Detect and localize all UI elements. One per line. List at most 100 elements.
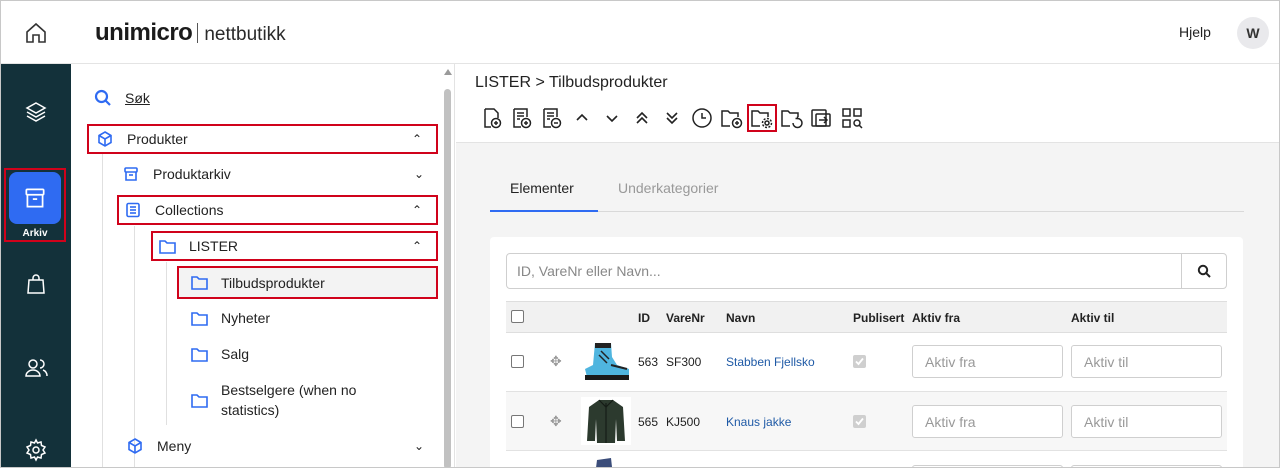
navigation-tree: Søk Produkter ⌃ Produktarkiv ⌄ Collectio… — [71, 64, 455, 467]
column-header-aktiv-til[interactable]: Aktiv til — [1071, 311, 1114, 325]
folder-icon — [157, 239, 177, 254]
rail-item-archive[interactable] — [9, 172, 61, 224]
layers-icon — [25, 102, 47, 122]
tree-item-nyheter[interactable]: Nyheter — [189, 306, 270, 330]
elements-card: ID VareNr Navn Publisert Aktiv fra Aktiv… — [490, 237, 1243, 467]
logo: unimicro nettbutikk — [95, 19, 286, 47]
chevron-up-icon: ⌃ — [411, 132, 422, 146]
tree-item-label: Tilbudsprodukter — [221, 274, 325, 291]
column-header-id[interactable]: ID — [638, 311, 650, 325]
content-header: LISTER > Tilbudsprodukter — [456, 64, 1279, 143]
tree-guide-line — [102, 154, 103, 467]
chevron-down-icon: ⌄ — [413, 167, 424, 181]
gear-icon — [25, 438, 47, 462]
schedule-button[interactable] — [687, 104, 717, 132]
tree-item-produkter[interactable]: Produkter ⌃ — [87, 124, 438, 154]
folder-icon — [189, 275, 209, 290]
published-checkbox — [853, 355, 866, 368]
move-top-button[interactable] — [627, 104, 657, 132]
select-all-checkbox[interactable] — [511, 310, 524, 323]
double-chevron-down-icon — [666, 112, 678, 125]
logo-main-text: unimicro — [95, 19, 193, 46]
tree-item-lister[interactable]: LISTER ⌃ — [151, 231, 438, 261]
cell-navn-link[interactable]: Stabben Fjellsko — [726, 355, 815, 369]
tree-item-salg[interactable]: Salg — [189, 342, 249, 366]
add-document-button[interactable] — [477, 104, 507, 132]
rail-archive-label: Arkiv — [22, 228, 48, 239]
document-add-icon — [484, 108, 502, 129]
product-image-boot — [581, 338, 631, 386]
column-header-publisert[interactable]: Publisert — [853, 311, 904, 325]
home-icon — [26, 22, 46, 43]
export-button[interactable] — [807, 104, 837, 132]
rail-item-layers[interactable] — [1, 92, 71, 132]
tab-underkategorier[interactable]: Underkategorier — [618, 180, 718, 196]
rail-item-settings[interactable] — [1, 430, 71, 467]
drag-handle-icon[interactable]: ✥ — [550, 353, 562, 370]
remove-list-button[interactable] — [537, 104, 567, 132]
home-button[interactable] — [1, 1, 71, 64]
active-tab-indicator — [490, 210, 598, 212]
aktiv-fra-input[interactable] — [912, 405, 1063, 438]
scroll-up-arrow-icon[interactable] — [444, 69, 452, 75]
table-row[interactable]: ✥ 563 SF300 Stabben Fjellsko — [506, 333, 1227, 392]
cell-navn-link[interactable]: Knaus jakke — [726, 415, 791, 429]
aktiv-til-input[interactable] — [1071, 405, 1222, 438]
shopping-bag-icon — [27, 274, 45, 294]
app-window: unimicro nettbutikk Hjelp W Arkiv Søk Pr… — [0, 0, 1280, 468]
rail-item-users[interactable] — [1, 348, 71, 388]
search-input[interactable] — [506, 253, 1182, 289]
tree-item-label: Nyheter — [221, 310, 271, 326]
row-checkbox[interactable] — [511, 415, 524, 428]
move-down-button[interactable] — [597, 104, 627, 132]
archive-icon — [121, 166, 141, 182]
folder-arrow-icon — [781, 110, 803, 129]
tree-item-tilbudsprodukter[interactable]: Tilbudsprodukter — [177, 266, 438, 299]
column-header-varenr[interactable]: VareNr — [666, 311, 705, 325]
tab-elementer[interactable]: Elementer — [510, 180, 574, 196]
column-header-aktiv-fra[interactable]: Aktiv fra — [912, 311, 960, 325]
folder-icon — [189, 311, 209, 326]
add-folder-button[interactable] — [717, 104, 747, 132]
toolbar — [477, 104, 867, 132]
rail-item-shop[interactable] — [1, 264, 71, 304]
product-image-jacket — [581, 397, 631, 445]
folder-settings-icon — [751, 110, 773, 129]
folder-move-button[interactable] — [777, 104, 807, 132]
search-button[interactable] — [1181, 253, 1227, 289]
archive-icon — [25, 188, 45, 208]
tree-item-label: Bestselgere (when no statistics) — [221, 380, 356, 420]
left-rail: Arkiv — [1, 64, 71, 467]
column-header-navn[interactable]: Navn — [726, 311, 755, 325]
tree-item-collections[interactable]: Collections ⌃ — [117, 195, 438, 225]
grid-search-button[interactable] — [837, 104, 867, 132]
chevron-up-icon: ⌃ — [411, 203, 422, 217]
tree-item-search[interactable]: Søk — [93, 86, 150, 110]
tree-item-meny[interactable]: Meny ⌄ — [125, 434, 438, 458]
folder-add-icon — [721, 110, 743, 129]
cube-icon — [125, 438, 145, 454]
grid-search-icon — [842, 108, 863, 129]
clock-icon — [692, 108, 712, 128]
move-bottom-button[interactable] — [657, 104, 687, 132]
folder-settings-button[interactable] — [747, 104, 777, 132]
tree-scrollbar[interactable] — [442, 67, 452, 467]
add-list-button[interactable] — [507, 104, 537, 132]
cube-icon — [95, 131, 115, 147]
drag-handle-icon[interactable]: ✥ — [550, 413, 562, 430]
tree-item-produktarkiv[interactable]: Produktarkiv ⌄ — [121, 162, 438, 186]
table-row[interactable] — [506, 451, 1227, 467]
help-link[interactable]: Hjelp — [1179, 24, 1211, 40]
table-row[interactable]: ✥ 565 KJ500 Knaus jakke — [506, 392, 1227, 451]
tree-item-bestselgere[interactable]: Bestselgere (when no statistics) — [189, 378, 356, 422]
user-avatar[interactable]: W — [1237, 17, 1269, 49]
double-chevron-up-icon — [636, 111, 648, 124]
scrollbar-thumb[interactable] — [444, 89, 451, 467]
tree-guide-line — [134, 226, 135, 467]
aktiv-til-input[interactable] — [1071, 345, 1222, 378]
tree-item-label: Meny — [157, 438, 192, 454]
row-checkbox[interactable] — [511, 355, 524, 368]
move-up-button[interactable] — [567, 104, 597, 132]
aktiv-fra-input[interactable] — [912, 345, 1063, 378]
tree-item-label: Søk — [125, 90, 150, 106]
